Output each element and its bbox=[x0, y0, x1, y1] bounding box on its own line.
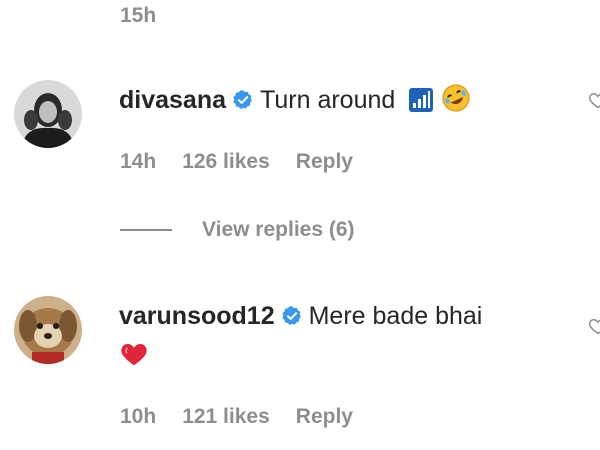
view-replies-button[interactable]: View replies (6) bbox=[120, 218, 355, 242]
reply-button[interactable]: Reply bbox=[296, 405, 353, 429]
comments-panel: 15h divasana Turn around 14h 126 likes R… bbox=[0, 0, 600, 450]
comment-time: 14h bbox=[120, 150, 157, 173]
reply-button[interactable]: Reply bbox=[296, 150, 353, 174]
rolling-laughing-emoji-icon bbox=[442, 84, 470, 112]
verified-badge-icon bbox=[281, 306, 301, 325]
previous-comment-meta: 15h bbox=[120, 4, 156, 28]
comment-body: divasana Turn around bbox=[119, 80, 569, 120]
comment-time: 15h bbox=[120, 4, 157, 27]
comment-likes[interactable]: 126 likes bbox=[182, 150, 270, 174]
view-replies-label[interactable]: View replies (6) bbox=[202, 218, 355, 242]
comment-text: Turn around bbox=[260, 86, 396, 114]
like-heart-icon[interactable] bbox=[588, 316, 600, 336]
avatar-photo bbox=[14, 80, 82, 148]
signal-bars-emoji-icon bbox=[409, 88, 434, 112]
divider-line bbox=[120, 229, 172, 231]
comment-username[interactable]: varunsood12 bbox=[119, 302, 275, 330]
like-heart-icon[interactable] bbox=[588, 90, 600, 110]
verified-badge-icon bbox=[233, 90, 252, 109]
comment-item: varunsood12 Mere bade bhai bbox=[14, 296, 600, 416]
comment-username[interactable]: divasana bbox=[119, 86, 226, 114]
comment-time: 10h bbox=[120, 405, 157, 428]
avatar[interactable] bbox=[14, 80, 82, 148]
red-heart-emoji-icon bbox=[121, 344, 147, 366]
comment-meta: 10h 121 likes Reply bbox=[120, 405, 353, 429]
avatar-photo bbox=[14, 296, 82, 364]
comment-meta: 14h 126 likes Reply bbox=[120, 150, 353, 174]
avatar[interactable] bbox=[14, 296, 82, 364]
comment-body: varunsood12 Mere bade bhai bbox=[119, 296, 569, 376]
comment-text: Mere bade bhai bbox=[308, 302, 483, 330]
comment-likes[interactable]: 121 likes bbox=[182, 405, 270, 429]
